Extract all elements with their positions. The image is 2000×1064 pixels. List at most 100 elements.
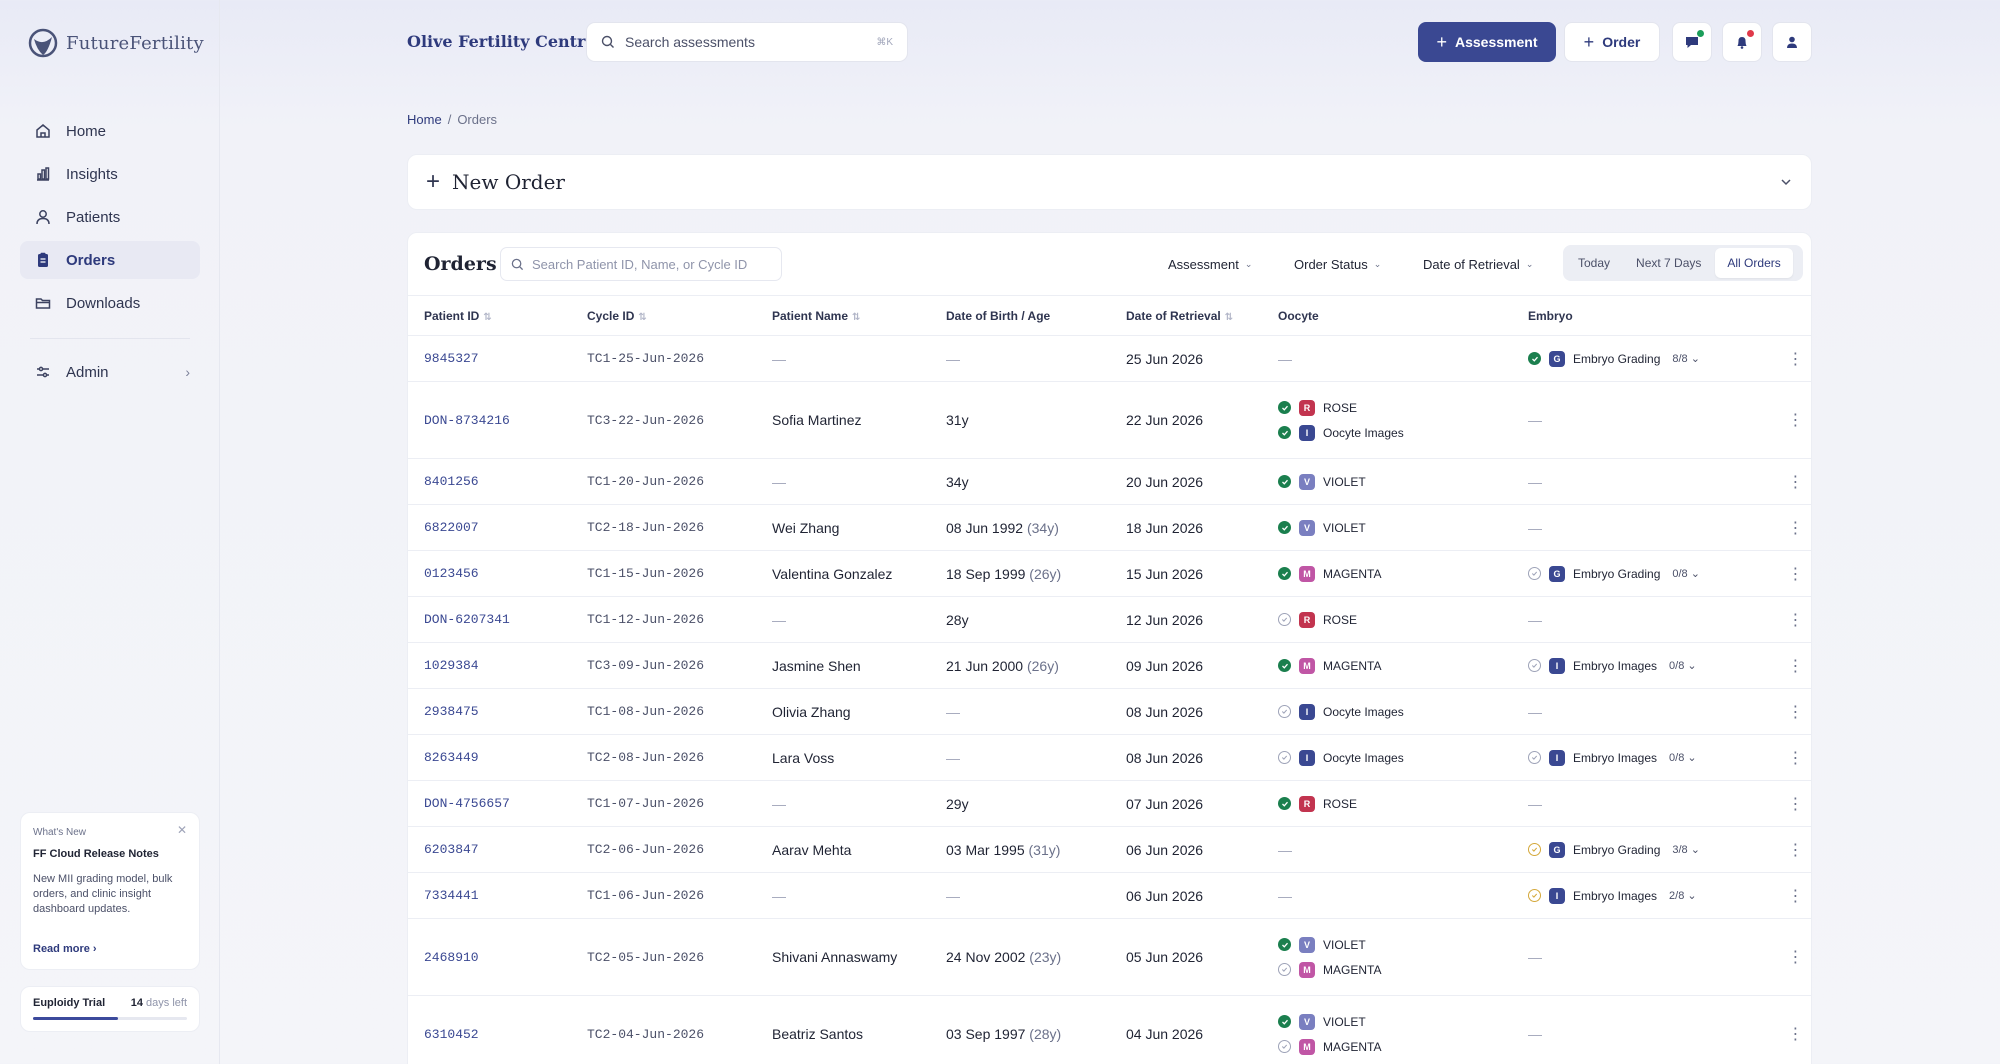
- messages-button[interactable]: [1672, 22, 1712, 62]
- patient-id-cell[interactable]: DON-4756657: [408, 780, 571, 827]
- table-row[interactable]: 6203847 TC2-06-Jun-2026 Aarav Mehta 03 Mar …: [408, 826, 1811, 873]
- assessment-tag[interactable]: R ROSE: [1278, 398, 1512, 418]
- assessment-tag[interactable]: I Oocyte Images: [1278, 702, 1512, 722]
- assessment-tag[interactable]: I Embryo Images 0/8 ⌄: [1528, 748, 1762, 768]
- table-row[interactable]: 6310452 TC2-04-Jun-2026 Beatriz Santos 03 S…: [408, 995, 1811, 1064]
- row-actions-menu[interactable]: ⋮: [1762, 458, 1811, 505]
- table-row[interactable]: DON-8734216 TC3-22-Jun-2026 Sofia Martinez…: [408, 381, 1811, 459]
- row-actions-menu[interactable]: ⋮: [1762, 780, 1811, 827]
- table-row[interactable]: 0123456 TC1-15-Jun-2026 Valentina Gonzalez…: [408, 550, 1811, 597]
- sidebar-item-home[interactable]: Home: [20, 112, 200, 150]
- sidebar-item-downloads[interactable]: Downloads: [20, 284, 200, 322]
- row-actions-menu[interactable]: ⋮: [1762, 826, 1811, 873]
- column-header-patient-name[interactable]: Patient Name ⇅: [756, 295, 930, 336]
- assessment-tag[interactable]: M MAGENTA: [1278, 656, 1512, 676]
- table-row[interactable]: DON-6207341 TC1-12-Jun-2026 — 28y 12 Jun 202…: [408, 596, 1811, 643]
- assessment-tag[interactable]: G Embryo Grading 0/8 ⌄: [1528, 564, 1762, 584]
- table-row[interactable]: 9845327 TC1-25-Jun-2026 — — 25 Jun 2026 — G Emb…: [408, 335, 1811, 382]
- patient-id-cell[interactable]: 8263449: [408, 734, 571, 781]
- column-header-cycle-id[interactable]: Cycle ID ⇅: [571, 295, 756, 336]
- table-row[interactable]: 2468910 TC2-05-Jun-2026 Shivani Annaswamy 2…: [408, 918, 1811, 996]
- close-icon[interactable]: ✕: [177, 823, 187, 837]
- assessment-tag[interactable]: V VIOLET: [1278, 472, 1512, 492]
- assessment-tag[interactable]: V VIOLET: [1278, 518, 1512, 538]
- read-more-link[interactable]: Read more ›: [33, 943, 97, 955]
- table-row[interactable]: DON-4756657 TC1-07-Jun-2026 — 29y 07 Jun 202…: [408, 780, 1811, 827]
- row-actions-menu[interactable]: ⋮: [1762, 550, 1811, 597]
- table-row[interactable]: 2938475 TC1-08-Jun-2026 Olivia Zhang — 08 Ju…: [408, 688, 1811, 735]
- assessment-tag[interactable]: M MAGENTA: [1278, 1037, 1512, 1057]
- patient-id-cell[interactable]: 6310452: [408, 995, 571, 1064]
- row-actions-menu[interactable]: ⋮: [1762, 642, 1811, 689]
- assessment-count[interactable]: 3/8 ⌄: [1672, 843, 1700, 856]
- patient-id-cell[interactable]: 7334441: [408, 872, 571, 919]
- sidebar-item-admin[interactable]: Admin ›: [20, 353, 200, 391]
- row-actions-menu[interactable]: ⋮: [1762, 335, 1811, 382]
- row-actions-menu[interactable]: ⋮: [1762, 995, 1811, 1064]
- assessment-count[interactable]: 8/8 ⌄: [1672, 352, 1700, 365]
- brand-logo[interactable]: FutureFertility: [28, 28, 204, 58]
- assessment-type-badge: I: [1299, 749, 1315, 766]
- order-status-filter[interactable]: Order Status ⌄: [1294, 257, 1381, 272]
- assessment-tag[interactable]: G Embryo Grading 3/8 ⌄: [1528, 840, 1762, 860]
- assessment-tag[interactable]: I Embryo Images 2/8 ⌄: [1528, 886, 1762, 906]
- table-row[interactable]: 8263449 TC2-08-Jun-2026 Lara Voss — 08 Jun 2…: [408, 734, 1811, 781]
- assessment-count[interactable]: 0/8 ⌄: [1669, 751, 1697, 764]
- patient-id-cell[interactable]: 9845327: [408, 335, 571, 382]
- patient-id-cell[interactable]: 1029384: [408, 642, 571, 689]
- notifications-button[interactable]: [1722, 22, 1762, 62]
- patient-id-cell[interactable]: 8401256: [408, 458, 571, 505]
- row-actions-menu[interactable]: ⋮: [1762, 381, 1811, 459]
- new-assessment-button[interactable]: + Assessment: [1418, 22, 1556, 62]
- table-row[interactable]: 1029384 TC3-09-Jun-2026 Jasmine Shen 21 Jun…: [408, 642, 1811, 689]
- row-actions-menu[interactable]: ⋮: [1762, 504, 1811, 551]
- segment-next-7-days[interactable]: Next 7 Days: [1624, 248, 1713, 278]
- profile-button[interactable]: [1772, 22, 1812, 62]
- sidebar-item-insights[interactable]: Insights: [20, 155, 200, 193]
- search-input[interactable]: Search assessments ⌘K: [586, 22, 908, 62]
- trial-card[interactable]: Euploidy Trial 14 days left: [20, 986, 200, 1032]
- assessment-tag[interactable]: G Embryo Grading 8/8 ⌄: [1528, 349, 1762, 369]
- assessment-tag[interactable]: I Oocyte Images: [1278, 748, 1512, 768]
- row-actions-menu[interactable]: ⋮: [1762, 596, 1811, 643]
- sidebar-item-orders[interactable]: Orders: [20, 241, 200, 279]
- new-order-panel[interactable]: + New Order: [407, 154, 1812, 210]
- assessment-filter[interactable]: Assessment ⌄: [1168, 257, 1252, 272]
- assessment-tag[interactable]: R ROSE: [1278, 794, 1512, 814]
- column-header-patient-id[interactable]: Patient ID ⇅: [408, 295, 571, 336]
- patient-id-cell[interactable]: 6203847: [408, 826, 571, 873]
- row-actions-menu[interactable]: ⋮: [1762, 918, 1811, 996]
- assessment-count[interactable]: 0/8 ⌄: [1672, 567, 1700, 580]
- patient-id-cell[interactable]: 0123456: [408, 550, 571, 597]
- table-row[interactable]: 8401256 TC1-20-Jun-2026 — 34y 20 Jun 2026 V VI…: [408, 458, 1811, 505]
- sidebar-item-patients[interactable]: Patients: [20, 198, 200, 236]
- assessment-tag[interactable]: R ROSE: [1278, 610, 1512, 630]
- assessment-tag[interactable]: I Embryo Images 0/8 ⌄: [1528, 656, 1762, 676]
- assessment-tag[interactable]: V VIOLET: [1278, 1012, 1512, 1032]
- patient-id-cell[interactable]: 2468910: [408, 918, 571, 996]
- patient-id-cell[interactable]: DON-8734216: [408, 381, 571, 459]
- assessment-tag[interactable]: I Oocyte Images: [1278, 423, 1512, 443]
- row-actions-menu[interactable]: ⋮: [1762, 688, 1811, 735]
- table-row[interactable]: 6822007 TC2-18-Jun-2026 Wei Zhang 08 Jun 19…: [408, 504, 1811, 551]
- assessment-tag[interactable]: M MAGENTA: [1278, 960, 1512, 980]
- assessment-count[interactable]: 2/8 ⌄: [1669, 889, 1697, 902]
- retrieval-date-filter[interactable]: Date of Retrieval ⌄: [1423, 257, 1533, 272]
- new-order-button[interactable]: + Order: [1564, 22, 1660, 62]
- patient-id-cell[interactable]: 2938475: [408, 688, 571, 735]
- assessment-tag[interactable]: V VIOLET: [1278, 935, 1512, 955]
- assessment-tag[interactable]: M MAGENTA: [1278, 564, 1512, 584]
- breadcrumb-home[interactable]: Home: [407, 112, 442, 127]
- segment-today[interactable]: Today: [1566, 248, 1622, 278]
- row-actions-menu[interactable]: ⋮: [1762, 734, 1811, 781]
- whats-new-title: FF Cloud Release Notes: [33, 848, 159, 860]
- column-header-retrieval[interactable]: Date of Retrieval ⇅: [1110, 295, 1262, 336]
- table-row[interactable]: 7334441 TC1-06-Jun-2026 — — 06 Jun 2026 — I Emb…: [408, 872, 1811, 919]
- segment-all-orders[interactable]: All Orders: [1715, 248, 1793, 278]
- row-actions-menu[interactable]: ⋮: [1762, 872, 1811, 919]
- assessment-count[interactable]: 0/8 ⌄: [1669, 659, 1697, 672]
- orders-search-input[interactable]: Search Patient ID, Name, or Cycle ID: [500, 247, 782, 281]
- patient-id-cell[interactable]: DON-6207341: [408, 596, 571, 643]
- patient-id-cell[interactable]: 6822007: [408, 504, 571, 551]
- chevron-down-icon[interactable]: [1779, 175, 1793, 189]
